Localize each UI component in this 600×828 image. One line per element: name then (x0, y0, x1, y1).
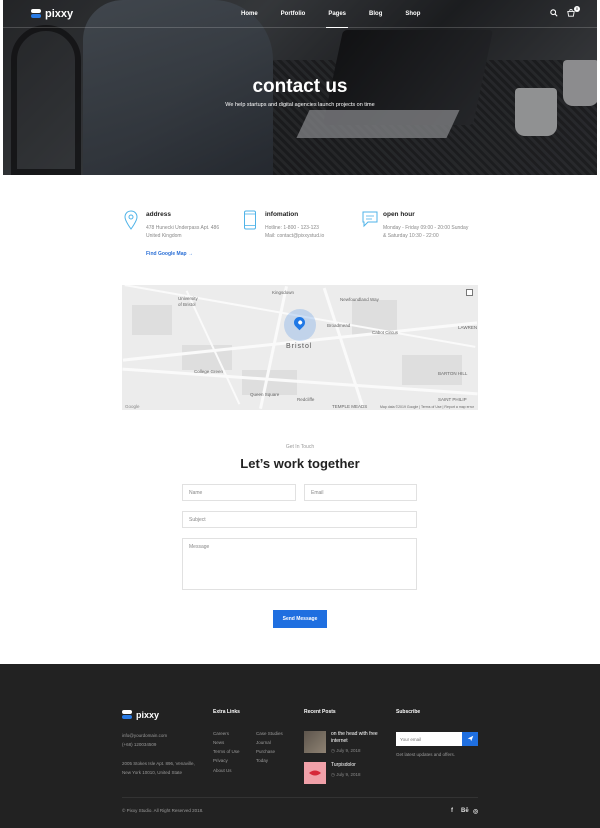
address-title: address (146, 211, 171, 218)
footer-divider (122, 797, 478, 798)
footer-link[interactable]: Today (256, 758, 268, 763)
hours-title: open hour (383, 211, 415, 218)
footer-logo[interactable]: pixxy (122, 710, 159, 720)
map-block (132, 305, 172, 335)
fullscreen-icon[interactable] (466, 289, 473, 296)
logo-text: pixxy (45, 8, 74, 20)
map-label: LAWREN (458, 325, 478, 330)
post-thumbnail[interactable] (304, 731, 326, 753)
email-field[interactable]: Email (304, 484, 417, 501)
subscribe-heading: Subscribe (396, 709, 421, 715)
extra-links-heading: Extra Links (213, 709, 240, 715)
footer-phone: (+68) 120034509 (122, 742, 157, 747)
map-label: of Bristol (178, 302, 196, 307)
dribbble-icon[interactable]: ◎ (473, 808, 478, 815)
chat-bubble-icon (361, 210, 381, 230)
map-block (402, 355, 462, 385)
post-title[interactable]: on the head with free internet (331, 731, 378, 745)
nav-item-portfolio[interactable]: Portfolio (281, 11, 306, 17)
main-nav: Home Portfolio Pages Blog Shop (241, 11, 443, 28)
hours-line-1: Monday - Friday 09:00 - 20:00 Sunday (383, 225, 469, 231)
hero-banner: pixxy Home Portfolio Pages Blog Shop 0 c… (3, 0, 597, 175)
map-label: Redcliffe (297, 397, 315, 402)
logo-mark-icon (122, 710, 132, 720)
phone-icon (243, 210, 259, 230)
find-google-map-link[interactable]: Find Google Map → (146, 251, 193, 257)
send-icon (467, 735, 473, 741)
footer-address-line-2: New York 10010, United State (122, 770, 183, 775)
subject-field[interactable]: Subject (182, 511, 417, 528)
subscribe-email-input[interactable] (396, 732, 462, 746)
footer-link[interactable]: Case Studies (256, 731, 283, 736)
map-city-label: Bristol (286, 343, 313, 350)
subscribe-note: Get latest updates and offers. (396, 752, 455, 757)
footer-link[interactable]: About Us (213, 768, 232, 773)
footer-link[interactable]: Purchase (256, 749, 275, 754)
information-title: infomation (265, 211, 299, 218)
nav-item-shop[interactable]: Shop (405, 11, 420, 17)
footer-address-line-1: 2005 Stokes Isle Apt. 896, Venaville, (122, 761, 195, 766)
hours-line-2: & Saturday 10:30 - 22:00 (383, 233, 439, 239)
message-field[interactable]: Message (182, 538, 417, 590)
post-title-line: internet (331, 738, 348, 744)
map-label: College Green (194, 369, 224, 374)
form-title: Let’s work together (240, 456, 360, 471)
header-icons: 0 (550, 6, 580, 19)
google-map[interactable]: University of Bristol Kingsdown Newfound… (122, 285, 478, 410)
nav-item-pages[interactable]: Pages (326, 11, 348, 28)
search-icon[interactable] (550, 9, 558, 19)
site-logo[interactable]: pixxy (31, 8, 73, 20)
post-title-line: on the head with free (331, 731, 378, 737)
map-label: Newfoundland Way (340, 297, 379, 302)
map-label: Broadmead (327, 323, 351, 328)
page-title: contact us (252, 76, 348, 97)
map-label: Cabot Circus (372, 330, 399, 335)
post-title[interactable]: Turpisdolor (331, 762, 356, 769)
footer-link[interactable]: Privacy (213, 758, 228, 763)
facebook-icon[interactable]: f (451, 808, 453, 814)
address-line-2: United Kingdom (146, 233, 182, 239)
send-message-button[interactable]: Send Message (273, 610, 327, 628)
post-date: ◷ July 9, 2018 (331, 748, 361, 753)
post-date: ◷ July 9, 2018 (331, 772, 361, 777)
copyright: © Pixxy Studio. All Right Reserved 2018. (122, 808, 204, 813)
post-date-text: July 9, 2018 (336, 772, 361, 777)
page-subtitle: We help startups and digital agencies la… (225, 102, 375, 108)
footer-link[interactable]: Careers (213, 731, 229, 736)
location-pin-icon (124, 210, 140, 230)
address-line-1: 478 Hunecki Underpass Apt. 486 (146, 225, 220, 231)
footer-link[interactable]: News (213, 740, 224, 745)
map-label: University (178, 296, 198, 301)
google-logo: Google (125, 404, 140, 409)
map-label: Queen Square (250, 392, 280, 397)
footer-logo-text: pixxy (136, 710, 160, 720)
recent-posts-heading: Recent Posts (304, 709, 336, 715)
information-line-1: Hotline: 1-800 - 123-123 (265, 225, 319, 231)
footer-link[interactable]: Journal (256, 740, 271, 745)
behance-icon[interactable]: Bē (461, 808, 469, 814)
information-line-2: Mail: contact@pixxystud.io (265, 233, 325, 239)
map-credit[interactable]: Map data ©2019 Google | Terms of Use | R… (380, 405, 474, 409)
cart-count-badge: 0 (574, 6, 580, 12)
footer-email[interactable]: info@yourdomain.com (122, 733, 167, 738)
nav-item-home[interactable]: Home (241, 11, 258, 17)
nav-item-blog[interactable]: Blog (369, 11, 382, 17)
site-footer (0, 664, 600, 828)
top-navigation-bar: pixxy Home Portfolio Pages Blog Shop 0 (3, 0, 597, 28)
map-label: TEMPLE MEADS (332, 404, 368, 409)
subscribe-send-button[interactable] (462, 732, 478, 746)
map-label: Kingsdown (272, 290, 295, 295)
name-field[interactable]: Name (182, 484, 296, 501)
map-label: SAINT PHILIP (438, 397, 467, 402)
footer-link[interactable]: Terms of Use (213, 749, 240, 754)
post-date-text: July 9, 2018 (336, 748, 361, 753)
form-eyebrow: Get In Touch (285, 444, 315, 450)
logo-mark-icon (31, 9, 41, 19)
map-label: BARTON HILL (438, 371, 468, 376)
post-thumbnail[interactable] (304, 762, 326, 784)
cart-icon[interactable]: 0 (567, 6, 580, 19)
